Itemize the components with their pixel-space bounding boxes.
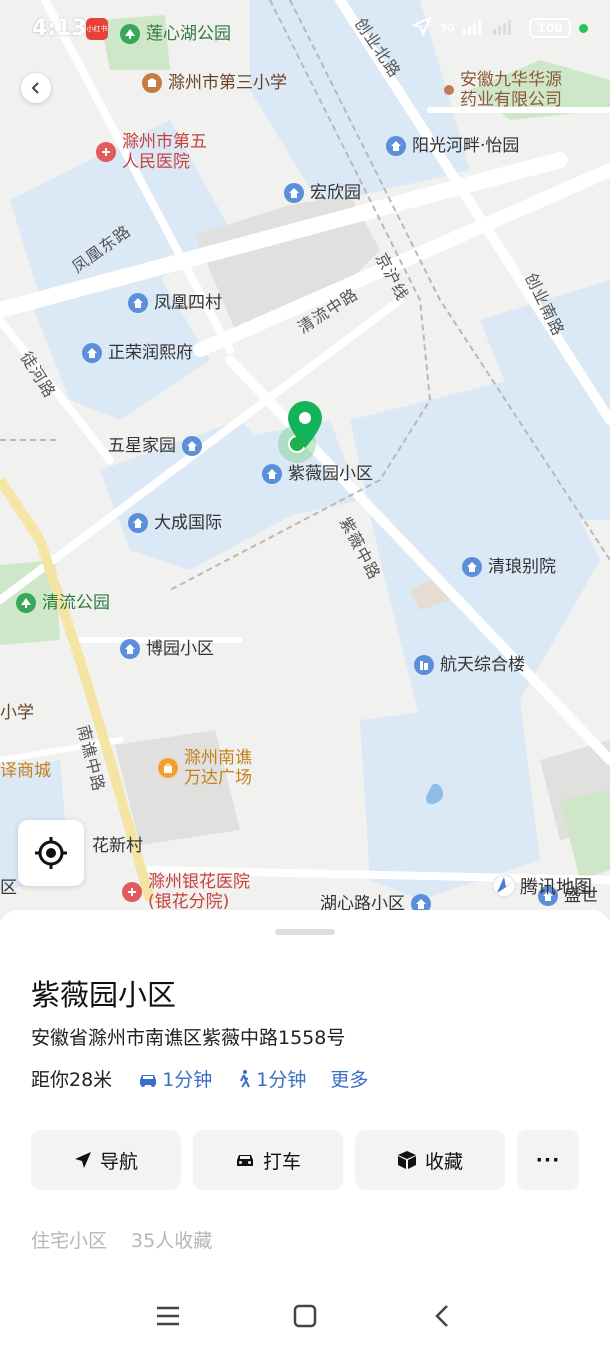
poi-pharma-company[interactable]: 安徽九华华源 药业有限公司 (444, 70, 562, 110)
poi-yangguang[interactable]: 阳光河畔·怡园 (386, 136, 519, 156)
battery-icon: 100 (529, 18, 571, 38)
poi-boyuan[interactable]: 博园小区 (120, 639, 214, 659)
app-root: 莲心湖公园 滁州市第三小学 安徽九华华源 药业有限公司 滁州市第五 人民医院 阳… (0, 0, 610, 1356)
menu-lines-icon (157, 1306, 180, 1326)
hospital-icon (96, 142, 116, 162)
poi-ziwei-selected[interactable]: 紫薇园小区 (262, 464, 373, 484)
residence-icon (262, 464, 282, 484)
office-building-icon (414, 655, 434, 675)
place-address: 安徽省滁州市南谯区紫薇中路1558号 (31, 1027, 346, 1049)
poi-school-3[interactable]: 滁州市第三小学 (142, 73, 287, 93)
poi-qingliu-park[interactable]: 清流公园 (16, 593, 110, 613)
map-view[interactable]: 莲心湖公园 滁州市第三小学 安徽九华华源 药业有限公司 滁州市第五 人民医院 阳… (0, 0, 610, 920)
poi-hangtian[interactable]: 航天综合楼 (414, 655, 525, 675)
navigation-arrow-icon (74, 1152, 91, 1168)
system-navigation-bar (0, 1276, 610, 1356)
map-brand-logo: 腾讯地图 (492, 873, 592, 899)
residence-icon (128, 293, 148, 313)
poi-dacheng[interactable]: 大成国际 (128, 513, 222, 533)
poi-yinhua-hospital[interactable]: 滁州银花医院 (银花分院) (122, 872, 250, 912)
residence-icon (128, 513, 148, 533)
status-right-cluster: 5G 100 (410, 16, 588, 40)
chevron-left-icon (31, 82, 39, 94)
residence-icon (284, 183, 304, 203)
navigate-button[interactable]: 导航 (31, 1130, 181, 1190)
poi-huaxin[interactable]: 花新村 (92, 836, 143, 856)
residence-icon (82, 343, 102, 363)
back-button[interactable] (21, 73, 51, 103)
more-dots-icon: ··· (535, 1149, 561, 1171)
xiaohongshu-notification-icon: 小红书 (86, 18, 108, 40)
poi-qinglang[interactable]: 清琅别院 (462, 557, 556, 577)
drive-time-link[interactable]: 1分钟 (138, 1065, 212, 1092)
poi-school-partial[interactable]: 小学 (0, 703, 34, 723)
home-button[interactable] (285, 1296, 325, 1336)
poi-hongxin[interactable]: 宏欣园 (284, 183, 361, 203)
signal-icon (463, 17, 521, 39)
status-time: 4:13 (32, 16, 87, 41)
action-buttons: 导航 打车 收藏 ··· (31, 1130, 579, 1190)
place-tags: 住宅小区 35人收藏 (31, 1226, 212, 1253)
sheet-drag-handle[interactable] (275, 929, 335, 935)
place-title: 紫薇园小区 (31, 978, 177, 1012)
poi-mall-partial[interactable]: 译商城 (0, 761, 51, 781)
park-icon (16, 593, 36, 613)
cube-box-icon (397, 1151, 416, 1169)
distance-text: 距你28米 (31, 1069, 113, 1091)
car-icon (140, 1074, 157, 1087)
residence-icon (462, 557, 482, 577)
hospital-icon (122, 882, 142, 902)
residence-icon (120, 639, 140, 659)
taxi-button[interactable]: 打车 (193, 1130, 343, 1190)
walking-icon (240, 1069, 251, 1088)
poi-district-partial: 区 (0, 878, 17, 898)
taxi-car-icon (236, 1155, 253, 1166)
more-actions-button[interactable]: ··· (517, 1130, 579, 1190)
system-back-button[interactable] (422, 1296, 462, 1336)
recent-apps-button[interactable] (148, 1296, 188, 1336)
back-chevron-icon (434, 1305, 448, 1327)
network-type: 5G (439, 22, 455, 34)
favorite-button[interactable]: 收藏 (355, 1130, 505, 1190)
home-square-icon (293, 1304, 317, 1328)
my-location-button[interactable] (18, 820, 84, 886)
company-icon (444, 85, 454, 95)
tencent-map-logo-icon (492, 874, 516, 898)
residence-icon (386, 136, 406, 156)
poi-wanda[interactable]: 滁州南谯 万达广场 (158, 748, 252, 788)
location-arrow-icon (410, 16, 432, 40)
tag-category: 住宅小区 (31, 1230, 108, 1252)
tag-favorites-count: 35人收藏 (131, 1230, 213, 1252)
crosshair-icon (35, 837, 67, 869)
school-icon (142, 73, 162, 93)
poi-hospital-5[interactable]: 滁州市第五 人民医院 (96, 132, 207, 172)
status-bar: 4:13 小红书 5G 100 (0, 0, 610, 56)
privacy-indicator-dot (579, 23, 588, 33)
walk-time-link[interactable]: 1分钟 (236, 1065, 306, 1092)
shopping-icon (158, 758, 178, 778)
residence-icon (182, 436, 202, 456)
more-info-link[interactable]: 更多 (330, 1065, 368, 1092)
poi-wuxing[interactable]: 五星家园 (108, 436, 202, 456)
poi-zhengrong[interactable]: 正荣润熙府 (82, 343, 193, 363)
poi-fenghuang-4[interactable]: 凤凰四村 (128, 293, 222, 313)
place-meta-row: 距你28米 1分钟 1分钟 更多 (31, 1065, 392, 1092)
